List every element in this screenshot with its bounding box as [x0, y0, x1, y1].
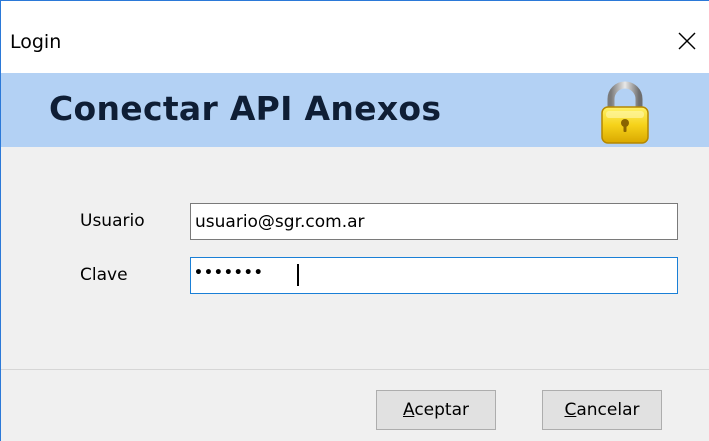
cancel-accelerator: C [564, 400, 577, 420]
password-mask: ••••••• [194, 265, 264, 281]
text-caret [297, 264, 299, 286]
window-title: Login [10, 31, 62, 53]
title-bar: Login [1, 1, 709, 73]
form-area: Usuario usuario@sgr.com.ar Clave ••••••• [1, 147, 709, 369]
user-input[interactable]: usuario@sgr.com.ar [190, 203, 678, 240]
accept-label: ceptar [414, 400, 469, 420]
user-label: Usuario [80, 211, 145, 231]
padlock-icon [601, 81, 649, 144]
close-icon [678, 32, 696, 50]
login-dialog: Login Conectar API Anexos Usuario usuari… [0, 0, 709, 441]
dialog-footer: Aceptar Cancelar [1, 370, 709, 441]
close-button[interactable] [666, 15, 709, 63]
dialog-header: Conectar API Anexos [1, 73, 709, 147]
password-label: Clave [80, 265, 128, 285]
header-title: Conectar API Anexos [49, 89, 442, 128]
cancel-button[interactable]: Cancelar [542, 390, 662, 430]
accept-accelerator: A [402, 400, 415, 420]
password-input[interactable]: ••••••• [190, 257, 678, 294]
accept-button[interactable]: Aceptar [376, 390, 496, 430]
cancel-label: ancelar [576, 400, 640, 420]
